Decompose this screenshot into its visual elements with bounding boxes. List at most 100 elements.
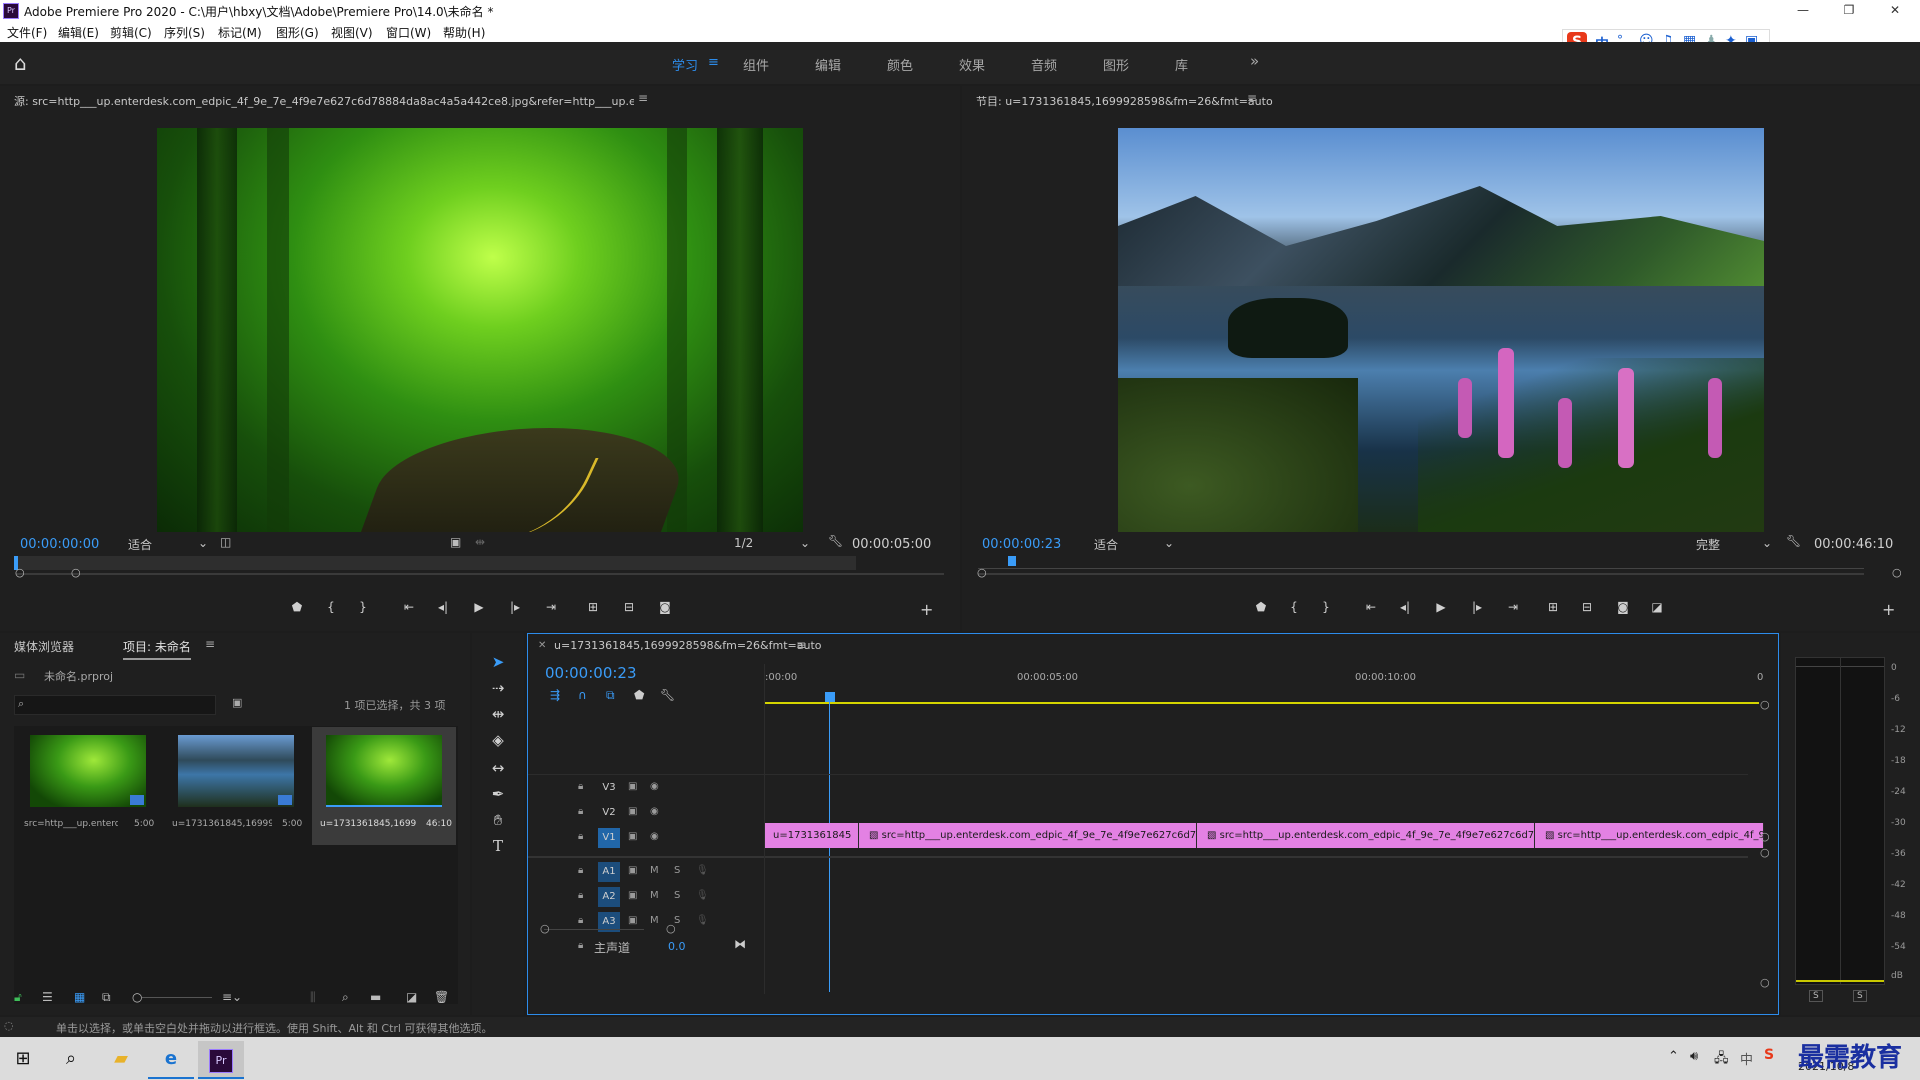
solo-right-button[interactable]: S xyxy=(1853,990,1867,1002)
microphone-icon[interactable]: 🎙︎ xyxy=(696,890,709,901)
mute-button[interactable]: M xyxy=(650,865,659,876)
wrench-icon[interactable]: 🔧︎ xyxy=(828,534,843,548)
sync-lock-icon[interactable]: ▣ xyxy=(628,865,637,876)
zoom-slider-track[interactable] xyxy=(142,997,212,998)
zoom-handle-left[interactable]: ○ xyxy=(977,566,987,579)
menu-file[interactable]: 文件(F) xyxy=(7,24,47,41)
source-zoom-bar[interactable] xyxy=(16,573,944,575)
timeline-horizontal-scroll[interactable] xyxy=(544,929,644,930)
source-resolution-dropdown[interactable]: 1/2 ⌄ xyxy=(734,536,810,550)
delete-icon[interactable]: 🗑︎ xyxy=(434,990,449,1004)
new-item-icon[interactable]: ◪ xyxy=(406,990,417,1004)
menu-sequence[interactable]: 序列(S) xyxy=(164,24,205,41)
sort-icon[interactable]: ≡⌄ xyxy=(222,990,242,1004)
workspace-editing[interactable]: 编辑 xyxy=(815,55,841,74)
timeline-ruler[interactable]: :00:00 00:00:05:00 00:00:10:00 0 xyxy=(765,660,1765,704)
icon-view-icon[interactable]: ▦ xyxy=(74,990,85,1004)
program-quality-dropdown[interactable]: 完整 ⌄ xyxy=(1696,536,1772,553)
settings-panel-icon[interactable]: ◫ xyxy=(220,535,231,549)
windows-start-icon[interactable]: ⊞ xyxy=(0,1041,46,1077)
mute-button[interactable]: M xyxy=(650,915,659,926)
menu-graphics[interactable]: 图形(G) xyxy=(276,24,319,41)
menu-marker[interactable]: 标记(M) xyxy=(218,24,262,41)
timeline-sequence-tab[interactable]: u=1731361845,1699928598&fm=26&fmt=auto xyxy=(554,639,822,652)
export-frame-icon[interactable]: ◙ xyxy=(1612,600,1634,614)
lock-icon[interactable]: 🔒︎ xyxy=(578,940,583,951)
project-item[interactable]: src=http___up.enterdes... 5:00 xyxy=(20,733,156,843)
close-button[interactable]: ✕ xyxy=(1872,0,1918,21)
timeline-playhead-handle[interactable] xyxy=(825,692,835,702)
workspace-effects[interactable]: 效果 xyxy=(959,55,985,74)
edge-browser-icon[interactable]: e xyxy=(148,1041,194,1079)
home-icon[interactable]: ⌂ xyxy=(14,51,27,75)
source-timecode[interactable]: 00:00:00:00 xyxy=(20,537,99,552)
menu-view[interactable]: 视图(V) xyxy=(331,24,373,41)
track-target-a1[interactable]: A1 xyxy=(598,862,620,882)
file-explorer-icon[interactable]: ▰ xyxy=(98,1041,144,1077)
sync-lock-icon[interactable]: ▣ xyxy=(628,781,637,792)
razor-tool-icon[interactable]: ◈ xyxy=(487,729,509,751)
sync-lock-icon[interactable]: ▣ xyxy=(628,806,637,817)
step-forward-icon[interactable]: |▸ xyxy=(1466,600,1488,614)
program-timecode[interactable]: 00:00:00:23 xyxy=(982,537,1061,552)
mark-in-icon[interactable]: { xyxy=(320,600,342,614)
program-monitor-title[interactable]: 节目: u=1731361845,1699928598&fm=26&fmt=au… xyxy=(976,93,1273,109)
track-select-tool-icon[interactable]: ⇢ xyxy=(487,677,509,699)
microphone-icon[interactable]: 🎙︎ xyxy=(696,865,709,876)
drag-audio-icon[interactable]: ⇹ xyxy=(475,535,485,549)
timeline-settings-wrench-icon[interactable]: 🔧︎ xyxy=(660,688,675,702)
lock-icon[interactable]: 🔓︎ xyxy=(14,990,22,1005)
scroll-handle-right[interactable]: ○ xyxy=(666,922,676,935)
volume-icon[interactable]: 🔊︎ xyxy=(1690,1049,1698,1064)
new-bin-from-search-icon[interactable]: ▣ xyxy=(232,696,242,709)
vertical-scroll-handle[interactable]: ○ xyxy=(1760,698,1770,711)
insert-marker-icon[interactable]: ▣ xyxy=(450,535,461,549)
type-tool-icon[interactable]: T xyxy=(487,835,509,857)
workspace-graphics[interactable]: 图形 xyxy=(1103,55,1129,74)
master-track-toggle-icon[interactable]: ⧓ xyxy=(734,937,746,951)
insert-icon[interactable]: ⊞ xyxy=(582,600,604,614)
workspace-menu-icon[interactable]: ≡ xyxy=(708,55,719,70)
workspace-libraries[interactable]: 库 xyxy=(1175,55,1188,74)
zoom-slider-handle[interactable]: ○ xyxy=(132,990,142,1004)
add-button-icon[interactable]: + xyxy=(1882,600,1895,619)
program-zoom-bar[interactable] xyxy=(978,573,1864,575)
close-icon[interactable]: ✕ xyxy=(538,640,546,651)
tray-chevron-icon[interactable]: ⌃ xyxy=(1668,1049,1679,1064)
workspace-color[interactable]: 颜色 xyxy=(887,55,913,74)
mute-button[interactable]: M xyxy=(650,890,659,901)
menu-help[interactable]: 帮助(H) xyxy=(443,24,485,41)
lock-icon[interactable]: 🔒︎ xyxy=(578,831,583,842)
new-bin-icon[interactable]: ▬ xyxy=(370,990,381,1004)
step-forward-icon[interactable]: |▸ xyxy=(504,600,526,614)
scroll-handle-left[interactable]: ○ xyxy=(540,922,550,935)
track-target-v1[interactable]: V1 xyxy=(598,828,620,848)
add-marker-icon[interactable]: ⬟ xyxy=(1250,600,1272,614)
program-video-frame[interactable] xyxy=(1118,128,1764,532)
sync-lock-icon[interactable]: ▣ xyxy=(628,890,637,901)
track-target-a2[interactable]: A2 xyxy=(598,887,620,907)
panel-menu-icon[interactable]: ≡ xyxy=(638,91,648,105)
source-fit-dropdown[interactable]: 适合 ⌄ xyxy=(128,536,208,553)
step-back-icon[interactable]: ◂| xyxy=(432,600,454,614)
lock-icon[interactable]: 🔒︎ xyxy=(578,915,583,926)
source-monitor-title[interactable]: 源: src=http___up.enterdesk.com_edpic_4f_… xyxy=(14,93,634,109)
lock-icon[interactable]: 🔒︎ xyxy=(578,865,583,876)
timeline-clip[interactable]: ▧ src=http___up.enterdesk.com_edpic_4f_9… xyxy=(859,823,1197,848)
go-to-out-icon[interactable]: ⇥ xyxy=(1502,600,1524,614)
minimize-button[interactable]: — xyxy=(1780,0,1826,21)
search-icon[interactable]: ⌕ xyxy=(48,1041,94,1077)
workspace-assembly[interactable]: 组件 xyxy=(743,55,769,74)
extract-icon[interactable]: ⊟ xyxy=(1576,600,1598,614)
overwrite-icon[interactable]: ⊟ xyxy=(618,600,640,614)
project-item[interactable]: u=1731361845,169992... 5:00 xyxy=(166,733,302,843)
solo-button[interactable]: S xyxy=(674,865,680,876)
tab-project[interactable]: 项目: 未命名 xyxy=(123,638,191,660)
hand-tool-icon[interactable]: ✋︎ xyxy=(487,809,509,831)
timeline-clip[interactable]: u=1731361845 xyxy=(765,823,859,848)
zoom-handle-left[interactable]: ○ xyxy=(15,566,25,579)
vertical-scroll-handle[interactable]: ○ xyxy=(1760,830,1770,843)
lift-icon[interactable]: ⊞ xyxy=(1542,600,1564,614)
master-volume-value[interactable]: 0.0 xyxy=(668,940,686,953)
play-icon[interactable]: ▶ xyxy=(468,600,490,614)
